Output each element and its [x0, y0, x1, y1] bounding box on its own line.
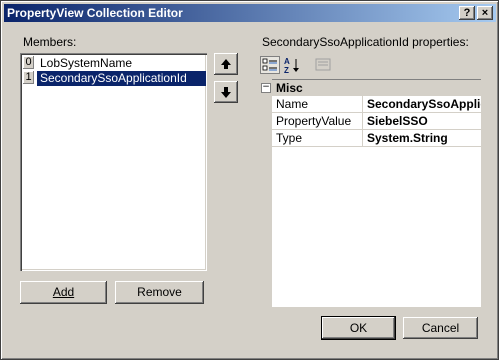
move-down-button[interactable] — [214, 81, 238, 103]
cancel-button-label: Cancel — [421, 321, 460, 335]
properties-label: SecondarySsoApplicationId properties: — [262, 35, 469, 49]
remove-button-label: Remove — [137, 285, 182, 299]
collection-editor-dialog: PropertyView Collection Editor ? × Membe… — [0, 0, 499, 360]
property-row[interactable]: PropertyValue SiebelSSO — [272, 113, 481, 130]
up-arrow-icon — [221, 59, 231, 69]
property-value[interactable]: SecondarySsoApplicationId — [362, 96, 481, 112]
item-name: SecondarySsoApplicationId — [37, 71, 206, 86]
property-row[interactable]: Name SecondarySsoApplicationId — [272, 96, 481, 113]
property-name: Type — [276, 131, 303, 145]
svg-text:A: A — [284, 57, 290, 66]
down-arrow-icon — [221, 87, 231, 98]
list-item[interactable]: 1 SecondarySsoApplicationId — [23, 71, 206, 86]
remove-button[interactable]: Remove — [115, 281, 204, 304]
property-pages-icon — [315, 58, 331, 71]
ok-button[interactable]: OK — [322, 317, 395, 339]
item-index: 1 — [23, 71, 34, 84]
item-name: LobSystemName — [40, 56, 133, 70]
property-row[interactable]: Type System.String — [272, 130, 481, 147]
categorized-icon — [260, 56, 280, 74]
add-button-label: Add — [52, 285, 75, 299]
help-button[interactable]: ? — [459, 6, 475, 20]
ok-button-label: OK — [349, 321, 368, 335]
svg-text:Z: Z — [284, 66, 289, 74]
category-header[interactable]: Misc — [272, 80, 481, 96]
grid-left-margin — [258, 79, 272, 307]
property-name: Name — [276, 97, 309, 111]
window-title: PropertyView Collection Editor — [7, 6, 183, 20]
item-index: 0 — [23, 56, 34, 69]
sort-az-icon: A Z — [284, 57, 299, 75]
cancel-button[interactable]: Cancel — [403, 317, 478, 339]
alphabetical-view-button[interactable]: A Z — [282, 56, 302, 75]
categorized-view-button[interactable] — [260, 56, 280, 74]
members-list[interactable]: 0 LobSystemName 1 SecondarySsoApplicatio… — [20, 53, 207, 271]
property-pages-button[interactable] — [313, 56, 333, 74]
title-bar[interactable]: PropertyView Collection Editor ? × — [4, 4, 496, 22]
property-grid[interactable]: − Misc Name SecondarySsoApplicationId Pr… — [258, 79, 481, 307]
add-button[interactable]: Add — [20, 281, 107, 304]
close-button[interactable]: × — [477, 6, 493, 20]
list-item[interactable]: 0 LobSystemName — [23, 56, 205, 71]
property-value[interactable]: System.String — [362, 130, 481, 146]
collapse-category-icon[interactable]: − — [261, 83, 271, 93]
members-label: Members: — [23, 35, 77, 49]
category-name: Misc — [276, 81, 303, 95]
property-value[interactable]: SiebelSSO — [362, 113, 481, 129]
move-up-button[interactable] — [214, 53, 238, 75]
property-name: PropertyValue — [276, 114, 352, 128]
